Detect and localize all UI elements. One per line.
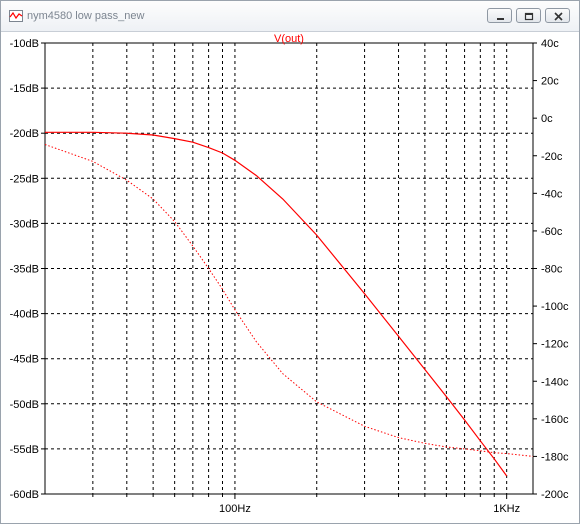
plot-area[interactable]: -10dB -15dB -20dB -25dB -30dB -35dB -40dB -45dB…: [1, 31, 579, 523]
trace-title[interactable]: V(out): [274, 33, 304, 45]
magnitude-trace: [45, 131, 508, 477]
left-tick-label: -55dB: [10, 444, 39, 456]
minimize-button[interactable]: [487, 8, 512, 23]
bode-plot[interactable]: -10dB -15dB -20dB -25dB -30dB -35dB -40dB -45dB…: [1, 31, 579, 523]
plot-window: nym4580 low pass_new -10dB -15dB -20dB -25d…: [0, 0, 580, 524]
close-button[interactable]: [545, 8, 570, 23]
right-tick-label: 20c: [541, 76, 559, 88]
restore-button[interactable]: [516, 8, 541, 23]
left-tick-label: -10dB: [10, 38, 39, 50]
right-tick-label: -100c: [541, 301, 569, 313]
left-tick-label: -25dB: [10, 173, 39, 185]
right-tick-label: -140c: [541, 376, 569, 388]
phase-trace: [45, 144, 533, 457]
right-tick-label: -180c: [541, 451, 569, 463]
right-tick-label: -60c: [541, 226, 563, 238]
grid: [41, 42, 537, 499]
axis-labels: -10dB -15dB -20dB -25dB -30dB -35dB -40dB -45dB…: [10, 38, 569, 515]
right-tick-label: -200c: [541, 489, 569, 501]
traces: [45, 131, 533, 477]
restore-icon: [524, 12, 534, 21]
right-tick-label: 40c: [541, 38, 559, 50]
left-tick-label: -15dB: [10, 83, 39, 95]
right-tick-label: -120c: [541, 339, 569, 351]
left-tick-label: -50dB: [10, 399, 39, 411]
window-title: nym4580 low pass_new: [27, 10, 145, 22]
right-tick-label: -160c: [541, 414, 569, 426]
right-tick-label: -80c: [541, 264, 563, 276]
close-icon: [554, 12, 563, 21]
minimize-icon: [497, 18, 504, 20]
right-tick-label: -20c: [541, 151, 563, 163]
right-tick-label: -40c: [541, 188, 563, 200]
left-tick-label: -40dB: [10, 309, 39, 321]
waveform-app-icon: [9, 9, 23, 22]
left-tick-label: -60dB: [10, 489, 39, 501]
right-tick-label: 0c: [541, 113, 553, 125]
left-tick-label: -45dB: [10, 354, 39, 366]
left-tick-label: -20dB: [10, 128, 39, 140]
left-tick-label: -30dB: [10, 218, 39, 230]
x-tick-label: 100Hz: [219, 503, 251, 515]
x-tick-label: 1KHz: [493, 503, 520, 515]
title-bar[interactable]: nym4580 low pass_new: [1, 1, 579, 32]
left-tick-label: -35dB: [10, 264, 39, 276]
